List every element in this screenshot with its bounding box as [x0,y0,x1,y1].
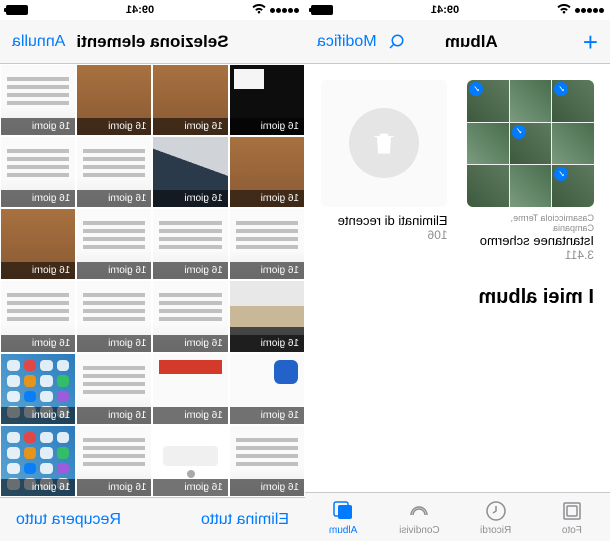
days-badge: 16 giorni [230,335,304,352]
days-badge: 16 giorni [1,190,75,207]
album-cover-grid: ✓✓ ✓ ✓ [468,80,595,207]
grid-nav-bar: Seleziona elementi Annulla [0,20,305,64]
album-count: 106 [321,228,448,242]
album-count: 3.411 [468,248,595,262]
albums-screen: 09:41 + Album Modifica ✓✓ ✓ ✓ [305,0,610,541]
my-albums-header: I miei album [321,286,594,309]
wifi-icon [252,4,266,17]
days-badge: 16 giorni [77,262,151,279]
photo-thumb[interactable]: 16 giorni [77,281,151,351]
days-badge: 16 giorni [1,335,75,352]
days-badge: 16 giorni [77,190,151,207]
tab-albums[interactable]: Album [305,493,381,541]
photo-thumb[interactable]: 16 giorni [1,137,75,207]
photo-thumb[interactable]: 16 giorni [77,209,151,279]
tab-label: Ricordi [480,525,511,536]
album-tile-screenshots[interactable]: ✓✓ ✓ ✓ Casamicciola Terme, Campania Ista… [468,80,595,262]
recover-all-button[interactable]: Recupera tutto [16,511,121,529]
photo-thumb[interactable]: 16 giorni [1,65,75,135]
photo-thumb[interactable]: 16 giorni [230,354,304,424]
albums-nav-bar: + Album Modifica [305,20,610,64]
photo-thumb[interactable]: 16 giorni [1,426,75,496]
battery-icon [311,5,333,15]
tab-label: Album [329,525,357,536]
days-badge: 16 giorni [1,118,75,135]
edit-button[interactable]: Modifica [317,33,377,51]
photo-thumb[interactable]: 16 giorni [154,354,228,424]
album-name: Istantanee schermo [468,233,595,248]
tab-label: Foto [562,525,582,536]
photo-grid: 16 giorni 16 giorni 16 giorni 16 giorni … [0,64,305,497]
tab-label: Condivisi [399,525,440,536]
photo-thumb[interactable]: 16 giorni [154,65,228,135]
photo-thumb[interactable]: 16 giorni [77,65,151,135]
photo-thumb[interactable]: 16 giorni [154,426,228,496]
status-bar: 09:41 [305,0,610,20]
days-badge: 16 giorni [230,190,304,207]
status-bar: 09:41 [0,0,305,20]
trash-icon [349,108,419,178]
album-tile-recently-deleted[interactable]: Eliminati di recente 106 [321,80,448,262]
search-button[interactable] [387,33,405,51]
photo-thumb[interactable]: 16 giorni [230,209,304,279]
cancel-button[interactable]: Annulla [12,33,65,51]
photo-thumb[interactable]: 16 giorni [154,281,228,351]
days-badge: 16 giorni [154,407,228,424]
photo-thumb[interactable]: 16 giorni [1,281,75,351]
days-badge: 16 giorni [230,118,304,135]
signal-icon [575,8,604,13]
photo-thumb[interactable]: 16 giorni [230,137,304,207]
tab-bar: Foto Ricordi Condivisi Album [305,492,610,541]
status-time: 09:41 [126,4,154,16]
battery-icon [6,5,28,15]
album-location: Casamicciola Terme, Campania [468,213,595,233]
grid-title: Seleziona elementi [76,32,228,52]
photo-thumb[interactable]: 16 giorni [77,354,151,424]
wifi-icon [557,4,571,17]
albums-title: Album [445,32,498,52]
photo-thumb[interactable]: 16 giorni [230,281,304,351]
photo-thumb[interactable]: 16 giorni [230,426,304,496]
select-grid-screen: 09:41 Seleziona elementi Annulla 16 gior… [0,0,305,541]
days-badge: 16 giorni [77,479,151,496]
days-badge: 16 giorni [1,262,75,279]
days-badge: 16 giorni [77,118,151,135]
photo-thumb[interactable]: 16 giorni [1,354,75,424]
days-badge: 16 giorni [1,479,75,496]
tab-photos[interactable]: Foto [534,493,610,541]
photo-thumb[interactable]: 16 giorni [230,65,304,135]
add-album-button[interactable]: + [583,29,598,55]
days-badge: 16 giorni [77,407,151,424]
days-badge: 16 giorni [77,335,151,352]
days-badge: 16 giorni [154,118,228,135]
signal-icon [270,8,299,13]
days-badge: 16 giorni [154,262,228,279]
photo-thumb[interactable]: 16 giorni [154,209,228,279]
grid-toolbar: Elimina tutto Recupera tutto [0,497,305,541]
photo-thumb[interactable]: 16 giorni [77,137,151,207]
status-time: 09:41 [431,4,459,16]
tab-shared[interactable]: Condivisi [381,493,457,541]
days-badge: 16 giorni [154,479,228,496]
days-badge: 16 giorni [154,335,228,352]
albums-content: ✓✓ ✓ ✓ Casamicciola Terme, Campania Ista… [305,64,610,492]
photo-thumb[interactable]: 16 giorni [154,137,228,207]
days-badge: 16 giorni [230,479,304,496]
days-badge: 16 giorni [230,407,304,424]
tab-memories[interactable]: Ricordi [458,493,534,541]
days-badge: 16 giorni [154,190,228,207]
photo-thumb[interactable]: 16 giorni [77,426,151,496]
days-badge: 16 giorni [230,262,304,279]
album-name: Eliminati di recente [321,213,448,228]
photo-thumb[interactable]: 16 giorni [1,209,75,279]
delete-all-button[interactable]: Elimina tutto [201,511,289,529]
days-badge: 16 giorni [1,407,75,424]
